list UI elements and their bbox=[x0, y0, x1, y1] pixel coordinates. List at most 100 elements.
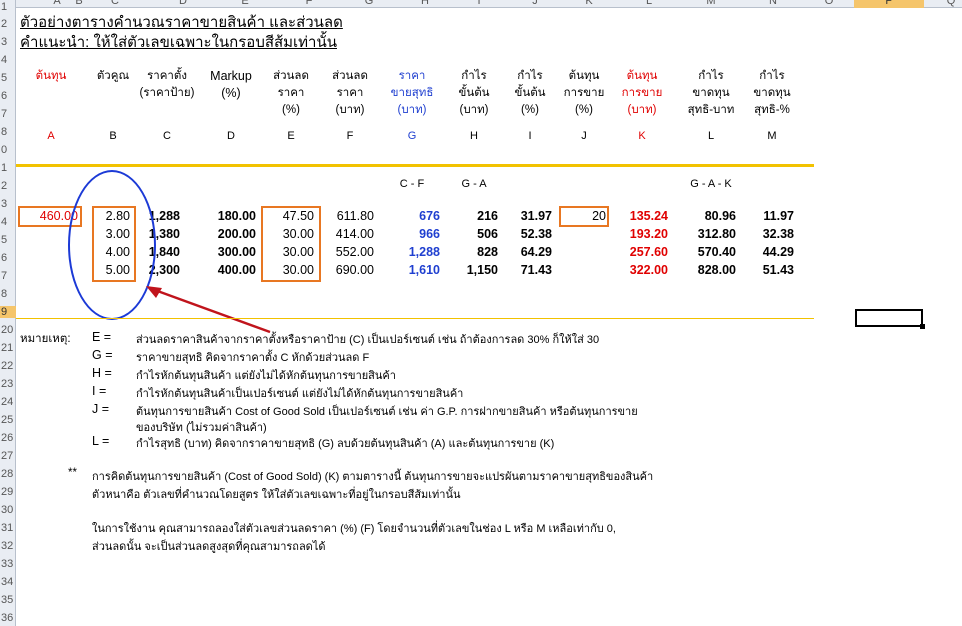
row-header-8[interactable]: 8 bbox=[0, 126, 16, 138]
header-markup: Markup (%) bbox=[210, 69, 252, 100]
cell-f-row-1: 611.80 bbox=[336, 209, 374, 223]
row-header-17[interactable]: 8 bbox=[0, 288, 16, 300]
row-header-1[interactable]: 1 bbox=[0, 1, 16, 13]
row-header-13[interactable]: 4 bbox=[0, 216, 16, 228]
cell-d-row-4: 400.00 bbox=[217, 263, 256, 277]
row-header-28[interactable]: 29 bbox=[0, 486, 16, 498]
cell-g-row-2: 966 bbox=[419, 227, 440, 241]
letter-k: K bbox=[638, 130, 646, 142]
row-header-22[interactable]: 23 bbox=[0, 378, 16, 390]
row-header-23[interactable]: 24 bbox=[0, 396, 16, 408]
column-header-i[interactable]: I bbox=[472, 0, 486, 8]
column-header-b[interactable]: B bbox=[72, 0, 86, 8]
column-header-m[interactable]: M bbox=[704, 0, 718, 8]
header-net-price: ราคา ขายสุทธิ (บาท) bbox=[390, 70, 434, 116]
column-header-f[interactable]: F bbox=[302, 0, 316, 8]
column-header-g[interactable]: G bbox=[362, 0, 376, 8]
cell-d-row-3: 300.00 bbox=[217, 245, 256, 259]
note-key: I = bbox=[92, 384, 107, 398]
notes-label: หมายเหตุ: bbox=[20, 333, 71, 345]
column-header-h[interactable]: H bbox=[418, 0, 432, 8]
row-header-21[interactable]: 22 bbox=[0, 360, 16, 372]
letter-j: J bbox=[581, 130, 587, 142]
row-header-20[interactable]: 21 bbox=[0, 342, 16, 354]
row-header-33[interactable]: 34 bbox=[0, 576, 16, 588]
cell-d-row-1: 180.00 bbox=[217, 209, 256, 223]
row-header-4[interactable]: 4 bbox=[0, 54, 16, 66]
note-text: ราคาขายสุทธิ คิดจากราคาตั้ง C หักด้วยส่ว… bbox=[136, 352, 370, 364]
input-box-selling-cost bbox=[559, 206, 609, 227]
note-key: L = bbox=[92, 434, 110, 448]
column-header-c[interactable]: C bbox=[108, 0, 122, 8]
footnote-line: ตัวหนาคือ ตัวเลขที่คำนวณโดยสูตร ให้ใส่ตั… bbox=[92, 489, 461, 501]
header-list-price: ราคาตั้ง (ราคาป้าย) bbox=[139, 70, 195, 99]
column-header-d[interactable]: D bbox=[176, 0, 190, 8]
column-header-n[interactable]: N bbox=[766, 0, 780, 8]
note-text: กำไรสุทธิ (บาท) คิดจากราคาขายสุทธิ (G) ล… bbox=[136, 438, 555, 450]
row-header-3[interactable]: 3 bbox=[0, 36, 16, 48]
row-header-27[interactable]: 28 bbox=[0, 468, 16, 480]
column-header-e[interactable]: E bbox=[238, 0, 252, 8]
row-header-12[interactable]: 3 bbox=[0, 198, 16, 210]
row-header-24[interactable]: 25 bbox=[0, 414, 16, 426]
row-header-9[interactable]: 0 bbox=[0, 144, 16, 156]
row-header-18[interactable]: 9 bbox=[0, 306, 16, 318]
row-header-31[interactable]: 32 bbox=[0, 540, 16, 552]
column-header-k[interactable]: K bbox=[582, 0, 596, 8]
formula-h: G - A bbox=[461, 178, 487, 190]
input-box-discount bbox=[261, 206, 321, 282]
column-header-q[interactable]: Q bbox=[944, 0, 958, 8]
letter-m: M bbox=[767, 130, 777, 142]
instruction-text: คำแนะนำ: ให้ใส่ตัวเลขเฉพาะในกรอบสีส้มเท่… bbox=[20, 34, 337, 51]
row-header-30[interactable]: 31 bbox=[0, 522, 16, 534]
column-header-p[interactable]: P bbox=[854, 0, 924, 8]
row-header-10[interactable]: 1 bbox=[0, 162, 16, 174]
letter-i: I bbox=[528, 130, 532, 142]
cell-f-row-4: 690.00 bbox=[335, 263, 374, 277]
column-header-j[interactable]: J bbox=[528, 0, 542, 8]
cell-g-row-4: 1,610 bbox=[408, 263, 440, 277]
note-text: กำไรหักต้นทุนสินค้า แต่ยังไม่ได้หักต้นทุ… bbox=[136, 370, 396, 382]
note-key: H = bbox=[92, 366, 112, 380]
cell-m-row-4: 51.43 bbox=[762, 263, 794, 277]
row-header-11[interactable]: 2 bbox=[0, 180, 16, 192]
letter-l: L bbox=[707, 130, 715, 142]
cell-h-row-4: 1,150 bbox=[466, 263, 498, 277]
letter-h: H bbox=[470, 130, 478, 142]
footnote-line: ส่วนลดนั้น จะเป็นส่วนลดสูงสุดที่คุณสามาร… bbox=[92, 541, 326, 553]
row-header-25[interactable]: 26 bbox=[0, 432, 16, 444]
column-header-a[interactable]: A bbox=[50, 0, 64, 8]
footnote-line: การคิดต้นทุนการขายสินค้า (Cost of Good S… bbox=[92, 471, 654, 483]
row-header-5[interactable]: 5 bbox=[0, 72, 16, 84]
letter-d: D bbox=[227, 130, 235, 142]
column-header-o[interactable]: O bbox=[822, 0, 836, 8]
footnote-line: ในการใช้งาน คุณสามารถลองใส่ตัวเลขส่วนลดร… bbox=[92, 523, 616, 535]
note-key: J = bbox=[92, 402, 110, 416]
row-header-35[interactable]: 36 bbox=[0, 612, 16, 624]
column-header-l[interactable]: L bbox=[642, 0, 656, 8]
row-header-7[interactable]: 7 bbox=[0, 108, 16, 120]
cell-i-row-1: 31.97 bbox=[520, 209, 552, 223]
cell-i-row-2: 52.38 bbox=[520, 227, 552, 241]
row-header-2[interactable]: 2 bbox=[0, 18, 16, 30]
cell-f-row-3: 552.00 bbox=[335, 245, 374, 259]
row-header-26[interactable]: 27 bbox=[0, 450, 16, 462]
cell-i-row-4: 71.43 bbox=[520, 263, 552, 277]
active-cell-p19[interactable] bbox=[855, 309, 925, 329]
row-header-16[interactable]: 7 bbox=[0, 270, 16, 282]
header-discount-pct: ส่วนลด ราคา (%) bbox=[273, 70, 309, 116]
row-header-34[interactable]: 35 bbox=[0, 594, 16, 606]
note-text: กำไรหักต้นทุนสินค้าเป็นเปอร์เซนต์ แต่ยัง… bbox=[136, 388, 464, 400]
cell-g-row-1: 676 bbox=[419, 209, 440, 223]
row-header-29[interactable]: 30 bbox=[0, 504, 16, 516]
letter-g: G bbox=[407, 130, 417, 142]
letter-c: C bbox=[163, 130, 171, 142]
note-text: ส่วนลดราคาสินค้าจากราคาตั้งหรือราคาป้าย … bbox=[136, 334, 600, 346]
row-header-19[interactable]: 20 bbox=[0, 324, 16, 336]
row-header-15[interactable]: 6 bbox=[0, 252, 16, 264]
header-gross-profit-pct: กำไร ขั้นต้น (%) bbox=[514, 70, 546, 116]
row-header-32[interactable]: 33 bbox=[0, 558, 16, 570]
row-header-6[interactable]: 6 bbox=[0, 90, 16, 102]
row-header-14[interactable]: 5 bbox=[0, 234, 16, 246]
cell-i-row-3: 64.29 bbox=[520, 245, 552, 259]
